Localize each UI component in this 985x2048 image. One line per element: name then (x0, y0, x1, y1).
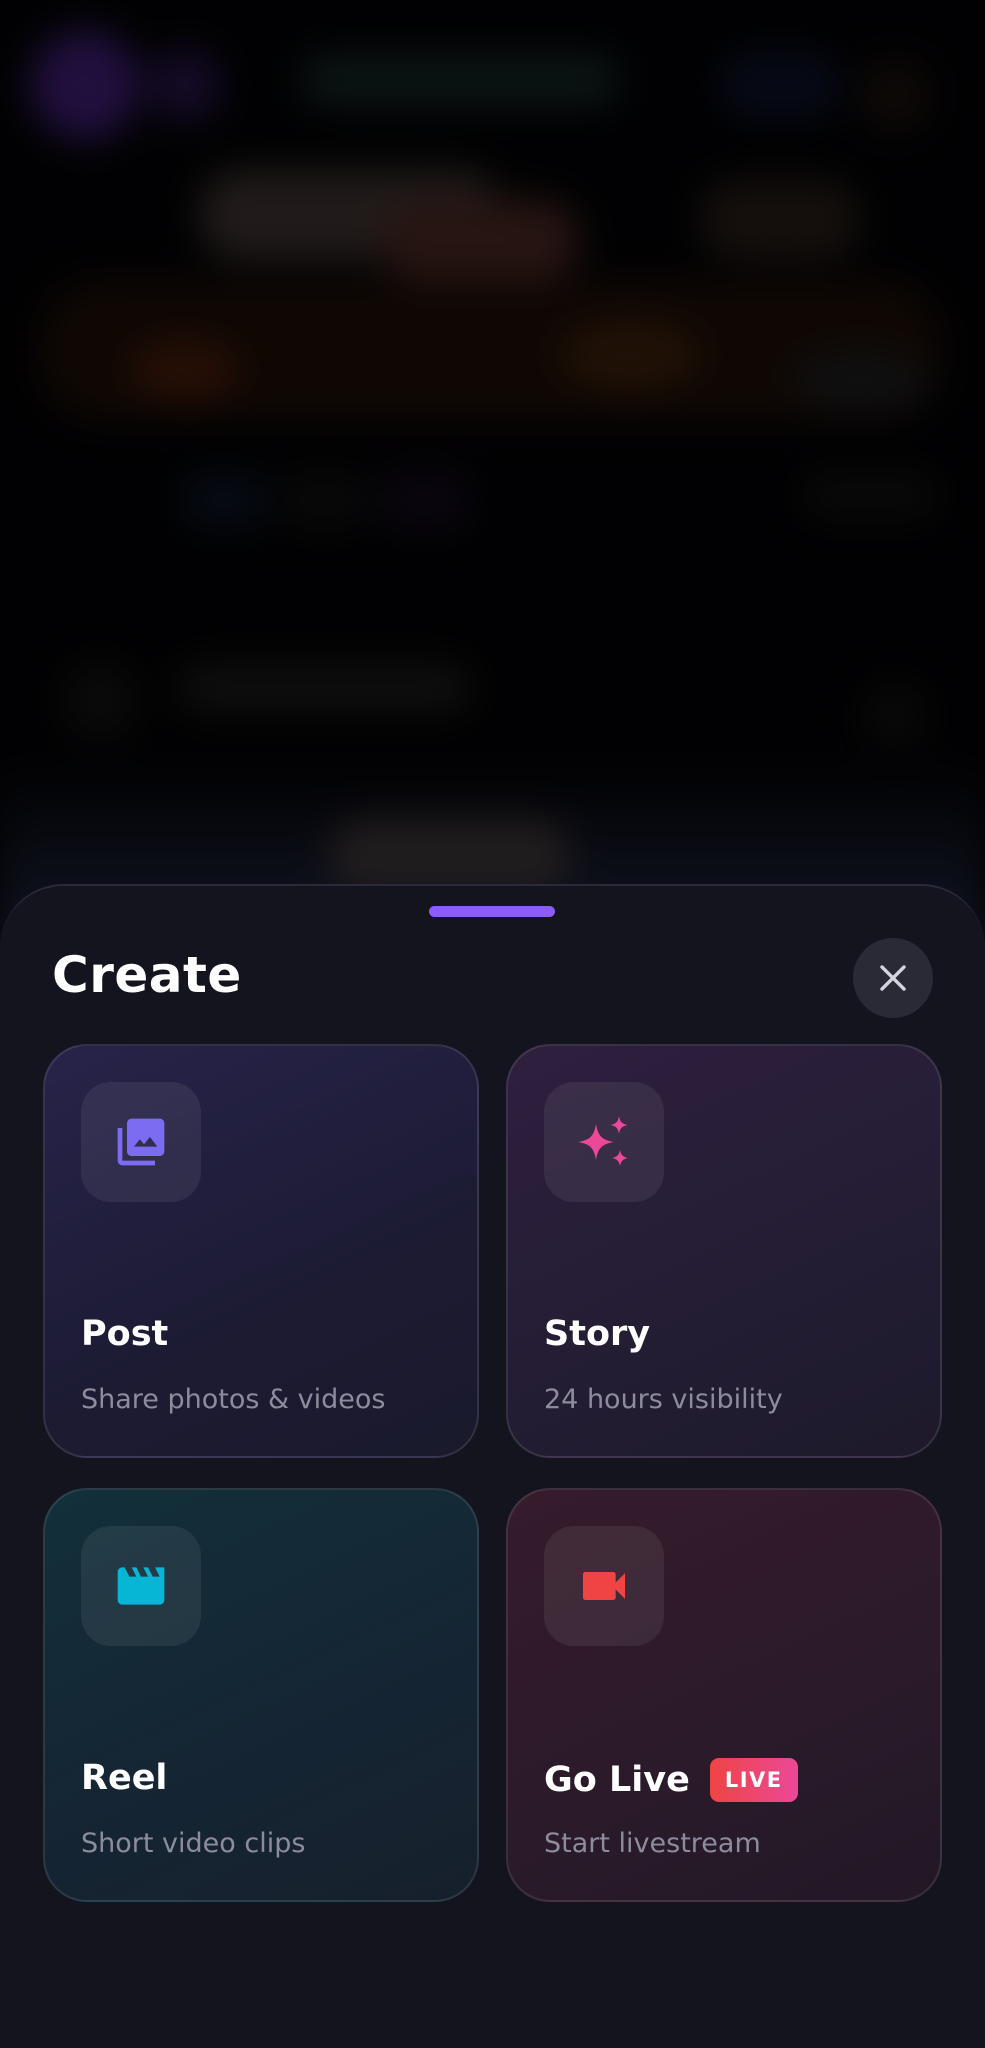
live-icon-tile (544, 1526, 664, 1646)
go-live-title: Go Live (544, 1760, 690, 1800)
create-option-reel[interactable]: Reel Short video clips (43, 1488, 479, 1902)
go-live-title-row: Go Live LIVE (544, 1758, 798, 1802)
close-button[interactable] (853, 938, 933, 1018)
post-subtitle: Share photos & videos (81, 1384, 386, 1415)
post-title: Post (81, 1314, 169, 1354)
create-bottom-sheet: Create Post Share photos & videos Story … (0, 884, 985, 2048)
create-option-post[interactable]: Post Share photos & videos (43, 1044, 479, 1458)
close-icon (880, 965, 906, 991)
create-option-go-live[interactable]: Go Live LIVE Start livestream (506, 1488, 942, 1902)
photo-library-icon (117, 1118, 165, 1166)
sheet-title: Create (52, 946, 242, 1004)
story-subtitle: 24 hours visibility (544, 1384, 783, 1415)
create-option-story[interactable]: Story 24 hours visibility (506, 1044, 942, 1458)
screen: Create Post Share photos & videos Story … (0, 0, 985, 2048)
reel-subtitle: Short video clips (81, 1828, 306, 1859)
drag-handle[interactable] (429, 906, 555, 917)
post-icon-tile (81, 1082, 201, 1202)
story-icon-tile (544, 1082, 664, 1202)
reel-title: Reel (81, 1758, 168, 1798)
story-title: Story (544, 1314, 651, 1354)
live-badge: LIVE (709, 1758, 798, 1802)
sparkles-icon (578, 1116, 628, 1166)
clapperboard-icon (117, 1567, 165, 1605)
video-camera-icon (583, 1572, 625, 1600)
reel-icon-tile (81, 1526, 201, 1646)
go-live-subtitle: Start livestream (544, 1828, 761, 1859)
